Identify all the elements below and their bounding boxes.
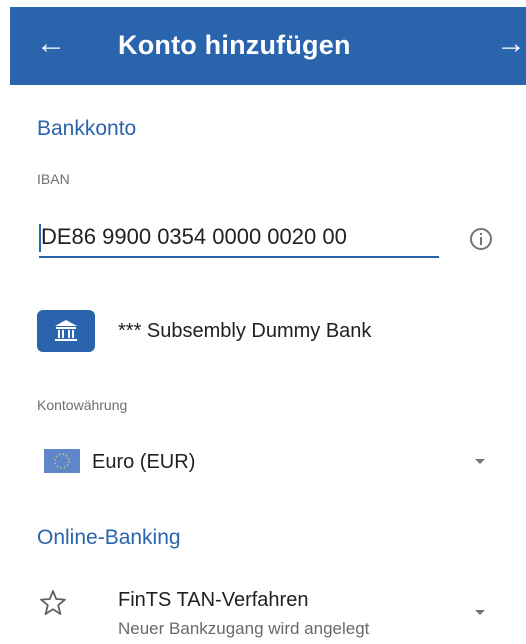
dropdown-arrow-icon[interactable] xyxy=(475,459,485,464)
section-title-online-banking: Online-Banking xyxy=(37,526,181,549)
iban-value[interactable]: DE86 9900 0354 0000 0020 00 xyxy=(41,223,347,251)
back-arrow-icon[interactable]: ← xyxy=(36,27,66,61)
iban-input[interactable]: DE86 9900 0354 0000 0020 00 xyxy=(39,220,439,258)
section-title-bankkonto: Bankkonto xyxy=(37,117,137,140)
iban-label: IBAN xyxy=(37,171,70,187)
star-outline-icon[interactable] xyxy=(38,588,68,618)
currency-value: Euro (EUR) xyxy=(92,451,196,473)
next-arrow-icon[interactable]: → xyxy=(496,27,526,61)
tan-method-title[interactable]: FinTS TAN-Verfahren xyxy=(118,588,308,612)
iban-underline xyxy=(39,256,439,258)
info-icon[interactable] xyxy=(468,226,494,252)
currency-label: Kontowährung xyxy=(37,397,128,413)
app-bar: ← Konto hinzufügen → xyxy=(10,7,526,85)
tan-method-subtitle: Neuer Bankzugang wird angelegt xyxy=(118,619,370,638)
bank-name: *** Subsembly Dummy Bank xyxy=(118,320,372,342)
currency-select[interactable]: Euro (EUR) xyxy=(37,443,497,479)
text-cursor xyxy=(39,224,41,252)
page-title: Konto hinzufügen xyxy=(118,30,351,60)
bank-building-icon xyxy=(37,310,95,352)
tan-dropdown-arrow-icon[interactable] xyxy=(475,610,485,615)
eu-flag-icon xyxy=(44,449,80,473)
